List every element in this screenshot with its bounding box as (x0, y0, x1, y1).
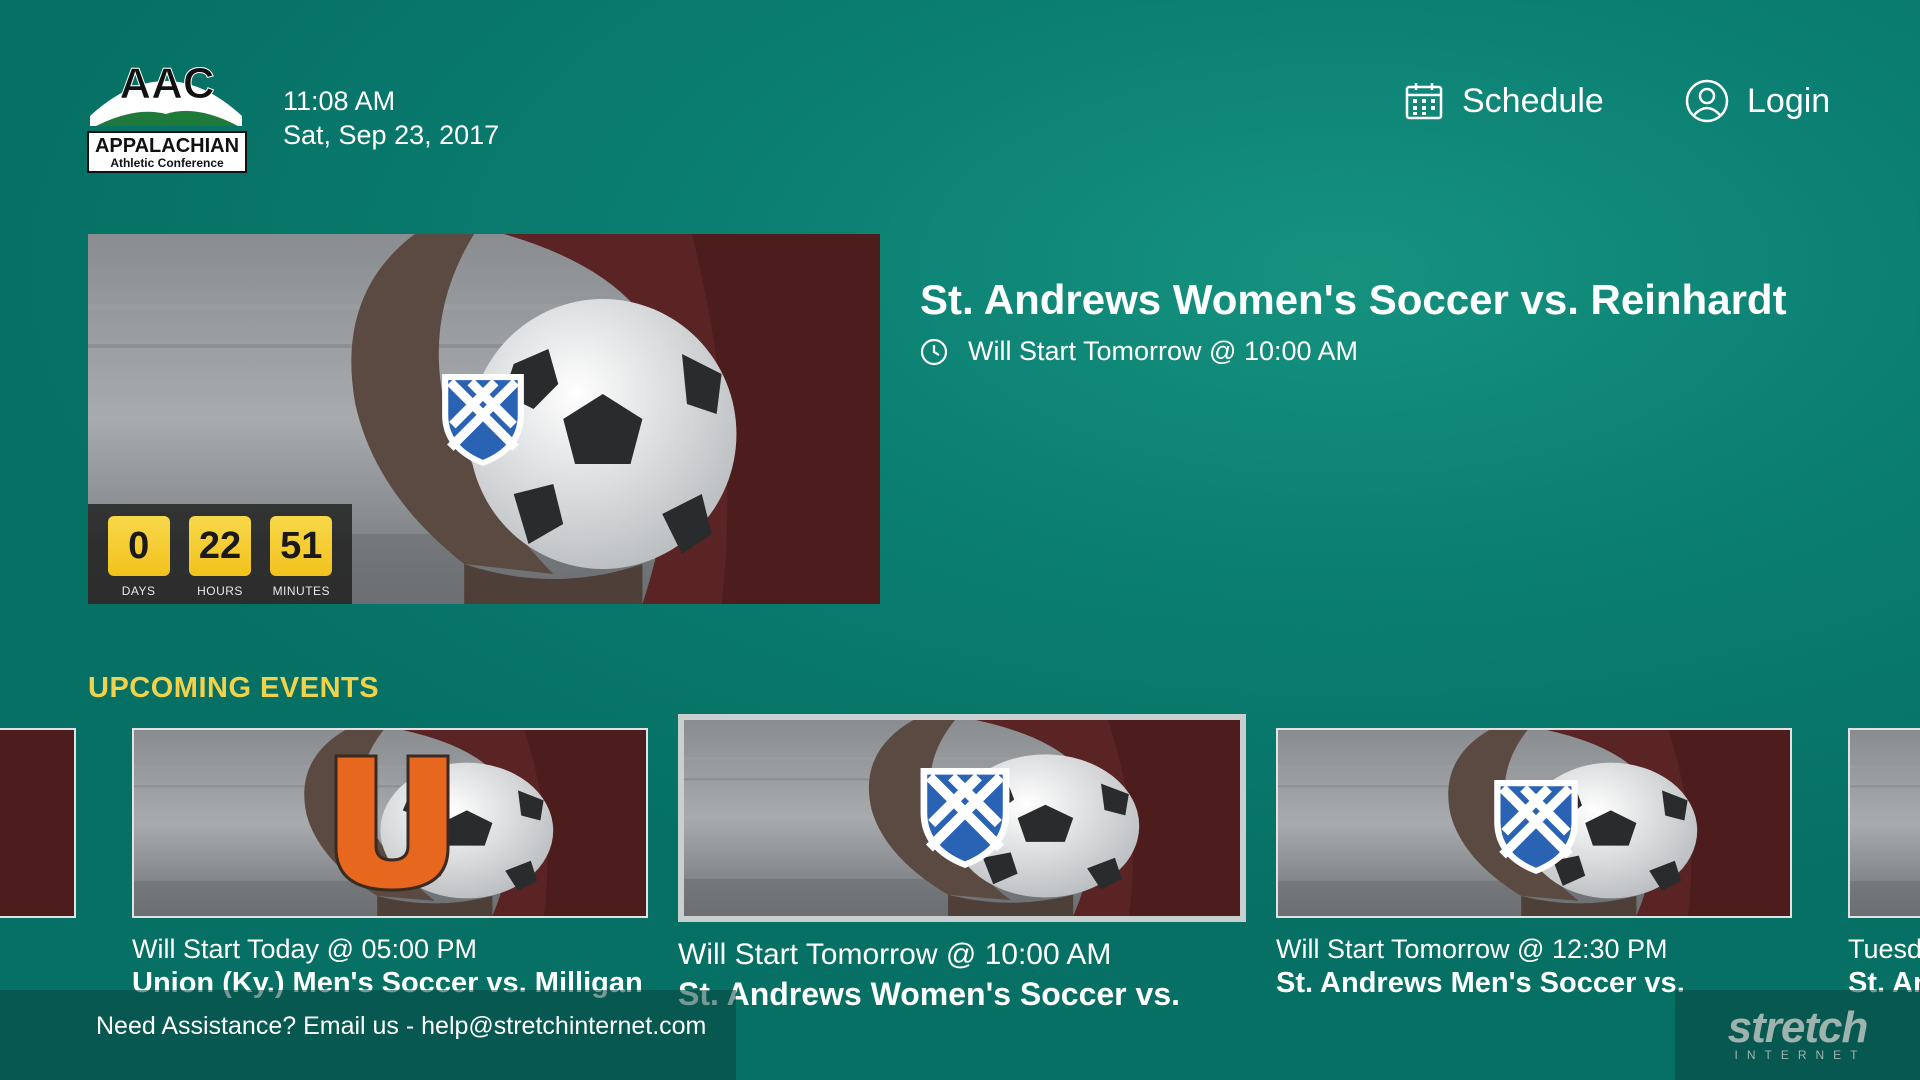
featured-event-thumbnail[interactable]: 0 DAYS 22 HOURS 51 MINUTES (88, 234, 880, 604)
event-thumbnail (1276, 728, 1792, 918)
help-banner: Need Assistance? Email us - help@stretch… (0, 990, 736, 1080)
featured-event-title: St. Andrews Women's Soccer vs. Reinhardt (920, 276, 1787, 323)
event-card[interactable]: Tuesd St. An (1848, 728, 1920, 1000)
countdown-hours: 22 HOURS (188, 516, 251, 604)
countdown-minutes: 51 MINUTES (270, 516, 333, 604)
event-card[interactable] (0, 728, 76, 918)
countdown-timer: 0 DAYS 22 HOURS 51 MINUTES (88, 504, 352, 604)
clock-icon (920, 338, 948, 365)
event-thumbnail (132, 728, 648, 918)
login-button[interactable]: Login (1685, 76, 1830, 126)
event-card[interactable]: Will Start Tomorrow @ 12:30 PM St. Andre… (1276, 728, 1792, 1000)
event-card[interactable]: Will Start Today @ 05:00 PM Union (Ky.) … (132, 728, 648, 1000)
schedule-button[interactable]: Schedule (1404, 76, 1604, 126)
svg-text:Athletic Conference: Athletic Conference (110, 156, 224, 170)
conference-logo: AAC APPALACHIAN Athletic Conference (86, 56, 248, 174)
event-start: Will Start Tomorrow @ 10:00 AM (678, 938, 1112, 971)
help-text: Need Assistance? Email us - help@stretch… (96, 1012, 707, 1040)
svg-text:APPALACHIAN: APPALACHIAN (95, 135, 239, 157)
featured-event-start: Will Start Tomorrow @ 10:00 AM (920, 336, 1358, 367)
upcoming-events-title: UPCOMING EVENTS (88, 672, 380, 704)
clock: 11:08 AM Sat, Sep 23, 2017 (283, 84, 499, 152)
event-title: St. Andrews Women's Soccer vs. (678, 976, 1180, 1012)
team-logo-shield-icon (442, 374, 524, 466)
team-logo-u-icon (334, 754, 450, 892)
event-start: Will Start Tomorrow @ 12:30 PM (1276, 934, 1668, 964)
team-logo-shield-icon (1494, 780, 1578, 874)
team-logo-shield-icon (920, 768, 1010, 868)
svg-text:AAC: AAC (119, 59, 214, 108)
brand-subtitle: INTERNET (1734, 1048, 1867, 1062)
event-start: Tuesd (1848, 934, 1920, 964)
brand-logo: stretch INTERNET (1675, 990, 1920, 1080)
countdown-days: 0 DAYS (107, 516, 170, 604)
event-thumbnail (678, 714, 1246, 922)
current-date: Sat, Sep 23, 2017 (283, 120, 500, 150)
login-label: Login (1747, 81, 1831, 120)
event-card-selected[interactable]: Will Start Tomorrow @ 10:00 AM St. Andre… (678, 714, 1246, 1013)
user-icon (1685, 79, 1729, 123)
current-time: 11:08 AM (283, 86, 396, 116)
calendar-icon (1405, 83, 1443, 120)
brand-wordmark: stretch (1727, 1003, 1869, 1052)
event-start: Will Start Today @ 05:00 PM (132, 934, 478, 964)
event-thumbnail (1848, 728, 1920, 918)
schedule-label: Schedule (1462, 81, 1604, 120)
